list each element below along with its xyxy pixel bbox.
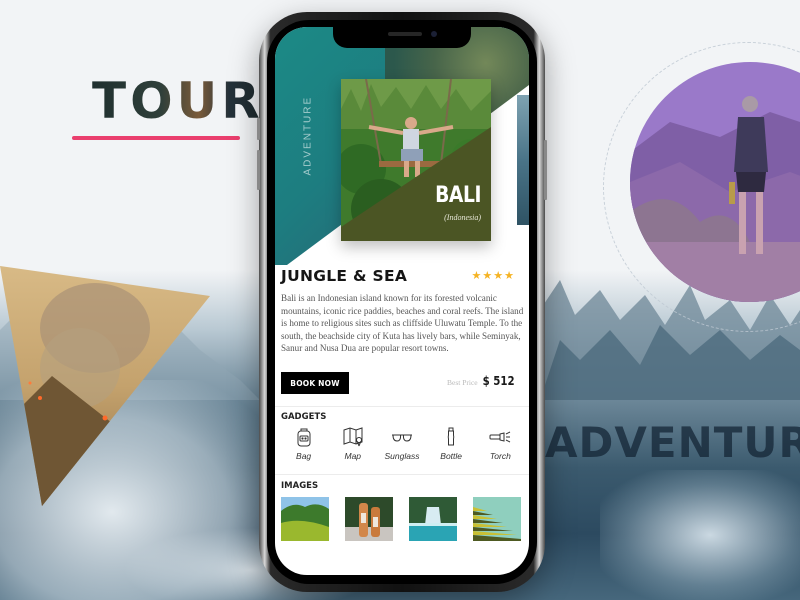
phone-speaker bbox=[388, 32, 422, 36]
flashlight-icon bbox=[489, 431, 511, 443]
phone-notch bbox=[333, 25, 471, 48]
next-card-peek[interactable] bbox=[517, 95, 529, 225]
rating-stars: ★★★★ bbox=[471, 270, 515, 282]
map-icon bbox=[343, 427, 363, 447]
tour-heading: TOUR bbox=[92, 72, 264, 130]
gadget-bag[interactable]: Bag bbox=[280, 427, 328, 467]
sunglasses-icon bbox=[391, 434, 412, 442]
adventure-background-text: ADVENTURE bbox=[545, 418, 800, 467]
phone-power-button bbox=[544, 140, 547, 200]
app-screen: ADVENTURE BALI (Indonesia) JUNGLE & SEA … bbox=[275, 27, 529, 575]
tour-description: Bali is an Indonesian island known for i… bbox=[281, 293, 524, 354]
gallery-thumb-tigers[interactable] bbox=[345, 497, 393, 541]
phone-camera bbox=[431, 31, 437, 37]
gadget-sunglass[interactable]: Sunglass bbox=[378, 427, 426, 467]
gadget-bottle[interactable]: Bottle bbox=[427, 427, 475, 467]
book-now-button[interactable]: BOOK NOW bbox=[281, 372, 349, 394]
divider bbox=[275, 406, 529, 407]
phone-side-button bbox=[257, 118, 260, 140]
destination-name: BALI bbox=[435, 183, 481, 208]
images-heading: IMAGES bbox=[281, 481, 319, 491]
phone-volume-button bbox=[257, 150, 260, 190]
tour-underline bbox=[72, 136, 240, 140]
backpack-icon bbox=[297, 428, 311, 447]
gallery-thumb-jungle[interactable] bbox=[281, 497, 329, 541]
price-value: $ 512 bbox=[483, 374, 515, 388]
divider bbox=[275, 474, 529, 475]
gadget-map[interactable]: Map bbox=[329, 427, 377, 467]
volcano-triangle-image bbox=[0, 266, 210, 506]
vertical-category-label: ADVENTURE bbox=[302, 95, 314, 176]
fog-cloud bbox=[600, 470, 800, 600]
gadget-label: Sunglass bbox=[384, 451, 420, 461]
gadget-label: Bottle bbox=[440, 451, 463, 461]
gadget-label: Torch bbox=[489, 451, 511, 461]
gadget-label: Bag bbox=[296, 451, 312, 461]
gallery-thumb-rice-terraces[interactable] bbox=[473, 497, 521, 541]
gadgets-list: Bag Map Sunglass Bottle Torch bbox=[275, 427, 529, 467]
gadget-torch[interactable]: Torch bbox=[476, 427, 524, 467]
gadget-label: Map bbox=[344, 451, 362, 461]
destination-country: (Indonesia) bbox=[444, 213, 481, 222]
tour-title: JUNGLE & SEA bbox=[281, 267, 408, 285]
best-price-label: Best Price bbox=[447, 378, 478, 387]
bottle-icon bbox=[447, 427, 455, 446]
images-gallery bbox=[281, 497, 521, 541]
destination-card[interactable]: BALI (Indonesia) bbox=[341, 79, 491, 241]
gadgets-heading: GADGETS bbox=[281, 412, 327, 422]
gallery-thumb-waterfall[interactable] bbox=[409, 497, 457, 541]
